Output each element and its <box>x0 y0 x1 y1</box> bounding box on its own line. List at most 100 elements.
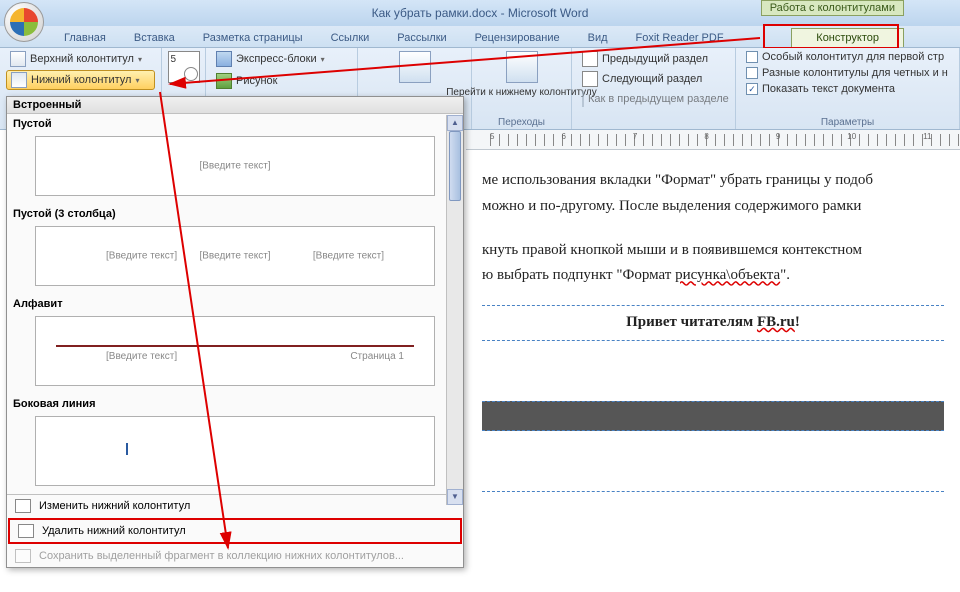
datetime-button[interactable]: 5 <box>168 50 199 84</box>
dropdown-arrow-icon: ▾ <box>135 76 139 85</box>
spellcheck-underline: рисунка\объекта <box>675 267 780 283</box>
prev-section-button[interactable]: Предыдущий раздел <box>578 50 729 68</box>
express-blocks-button[interactable]: Экспресс-блоки ▾ <box>212 50 351 68</box>
save-selection-icon <box>15 549 31 563</box>
placeholder-text: [Введите текст] <box>199 251 270 262</box>
express-blocks-label: Экспресс-блоки <box>236 53 317 65</box>
ribbon-group-navigation: Предыдущий раздел Следующий раздел Как в… <box>572 48 736 129</box>
transitions-group-label: Переходы <box>472 117 571 128</box>
tab-foxit[interactable]: Foxit Reader PDF <box>622 29 738 47</box>
remove-footer-item[interactable]: Удалить нижний колонтитул <box>8 518 462 544</box>
prev-section-label: Предыдущий раздел <box>602 53 708 65</box>
header-button[interactable]: Верхний колонтитул ▾ <box>6 50 155 68</box>
checkbox-icon <box>746 67 758 79</box>
goto-header-button[interactable] <box>364 50 465 84</box>
opt-first-label: Особый колонтитул для первой стр <box>762 51 944 63</box>
footer-button-label: Нижний колонтитул <box>31 74 131 86</box>
remove-footer-label: Удалить нижний колонтитул <box>42 525 186 537</box>
edit-footer-item[interactable]: Изменить нижний колонтитул <box>7 495 463 517</box>
gallery-item-sideline[interactable] <box>35 416 435 486</box>
gallery-item-alphabet-label: Алфавит <box>7 294 463 312</box>
gallery-item-empty3-label: Пустой (3 столбца) <box>7 204 463 222</box>
contextual-tab-label: Работа с колонтитулами <box>761 0 904 16</box>
edit-footer-icon <box>15 499 31 513</box>
scroll-down-icon[interactable]: ▼ <box>447 489 463 505</box>
params-group-label: Параметры <box>736 117 959 128</box>
footer-icon <box>11 72 27 88</box>
tab-home[interactable]: Главная <box>50 29 120 47</box>
parts-icon <box>216 51 232 67</box>
link-icon <box>582 91 584 107</box>
next-section-button[interactable]: Следующий раздел <box>578 70 729 88</box>
dropdown-arrow-icon: ▾ <box>138 55 142 64</box>
horizontal-ruler[interactable]: 567891011 <box>466 130 960 150</box>
save-selection-label: Сохранить выделенный фрагмент в коллекци… <box>39 550 404 562</box>
goto-footer-icon <box>506 51 538 83</box>
tab-insert[interactable]: Вставка <box>120 29 189 47</box>
placeholder-text: [Введите текст] <box>106 251 177 262</box>
gallery-item-sideline-label: Боковая линия <box>7 394 463 412</box>
footer-edit-zone[interactable]: Привет читателям FB.ru! <box>482 305 944 341</box>
page-gap <box>482 401 944 431</box>
edit-footer-label: Изменить нижний колонтитул <box>39 500 190 512</box>
checkbox-icon <box>746 51 758 63</box>
scroll-up-icon[interactable]: ▲ <box>447 115 463 131</box>
tab-designer[interactable]: Конструктор <box>791 28 904 47</box>
footer-button[interactable]: Нижний колонтитул ▾ <box>6 70 155 90</box>
ribbon-group-goto-footer: Перейти к нижнему колонтитулу Переходы <box>472 48 572 129</box>
opt-show-doc[interactable]: ✓ Показать текст документа <box>742 82 953 96</box>
gallery-item-empty[interactable]: [Введите текст] <box>35 136 435 196</box>
picture-label: Рисунок <box>236 75 278 87</box>
opt-odd-even[interactable]: Разные колонтитулы для четных и н <box>742 66 953 80</box>
prev-section-icon <box>582 51 598 67</box>
document-area: 567891011 ме использования вкладки "Форм… <box>466 130 960 592</box>
tab-mailings[interactable]: Рассылки <box>383 29 460 47</box>
as-prev-button[interactable]: Как в предыдущем разделе <box>578 90 729 108</box>
page-number-text: Страница 1 <box>350 351 404 362</box>
ruler-labels: 567891011 <box>490 132 931 141</box>
tab-review[interactable]: Рецензирование <box>461 29 574 47</box>
remove-footer-icon <box>18 524 34 538</box>
gallery-item-empty3[interactable]: [Введите текст] [Введите текст] [Введите… <box>35 226 435 286</box>
save-selection-item: Сохранить выделенный фрагмент в коллекци… <box>7 545 463 567</box>
as-prev-label: Как в предыдущем разделе <box>588 93 729 105</box>
placeholder-text: [Введите текст] <box>106 351 177 362</box>
gallery-item-alphabet[interactable]: [Введите текст] Страница 1 <box>35 316 435 386</box>
title-bar: Как убрать рамки.docx - Microsoft Word Р… <box>0 0 960 26</box>
footer-text: Привет читателям FB.ru! <box>626 314 800 330</box>
opt-first-page[interactable]: Особый колонтитул для первой стр <box>742 50 953 64</box>
tab-layout[interactable]: Разметка страницы <box>189 29 317 47</box>
dropdown-arrow-icon: ▾ <box>321 55 325 64</box>
gallery-footer-commands: Изменить нижний колонтитул Удалить нижни… <box>7 494 463 567</box>
ribbon-group-options: Особый колонтитул для первой стр Разные … <box>736 48 960 129</box>
divider-line <box>56 345 414 347</box>
tab-view[interactable]: Вид <box>574 29 622 47</box>
opt-show-doc-label: Показать текст документа <box>762 83 895 95</box>
goto-header-icon <box>399 51 431 83</box>
office-button[interactable] <box>4 2 44 42</box>
gallery-section-builtin: Встроенный <box>7 97 463 114</box>
doc-paragraph: кнуть правой кнопкой мыши и в появившемс… <box>482 240 944 262</box>
picture-button[interactable]: Рисунок <box>212 72 351 90</box>
goto-footer-button[interactable]: Перейти к нижнему колонтитулу <box>478 50 565 99</box>
ribbon-tabs: Главная Вставка Разметка страницы Ссылки… <box>0 26 960 48</box>
document-body[interactable]: ме использования вкладки "Формат" убрать… <box>466 150 960 501</box>
office-logo-icon <box>10 8 38 36</box>
doc-paragraph: ю выбрать подпункт "Формат рисунка\объек… <box>482 265 944 287</box>
opt-odd-even-label: Разные колонтитулы для четных и н <box>762 67 948 79</box>
picture-icon <box>216 73 232 89</box>
scroll-thumb[interactable] <box>449 131 461 201</box>
placeholder-text: [Введите текст] <box>199 161 270 172</box>
doc-paragraph: можно и по-другому. После выделения соде… <box>482 196 944 218</box>
footer-edit-zone-2[interactable] <box>482 491 944 501</box>
header-button-label: Верхний колонтитул <box>30 53 134 65</box>
page-bar-icon <box>126 443 135 455</box>
placeholder-text: [Введите текст] <box>313 251 384 262</box>
tab-references[interactable]: Ссылки <box>317 29 384 47</box>
checkbox-checked-icon: ✓ <box>746 83 758 95</box>
spellcheck-underline: FB.ru <box>757 314 795 330</box>
datetime-icon: 5 <box>168 51 200 83</box>
next-section-label: Следующий раздел <box>602 73 702 85</box>
gallery-scrollbar[interactable]: ▲ ▼ <box>446 115 463 505</box>
gallery-item-empty-label: Пустой <box>7 114 463 132</box>
